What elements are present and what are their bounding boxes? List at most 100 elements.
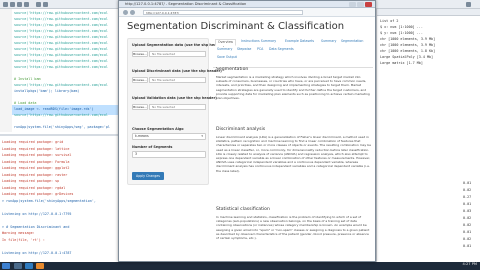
source-editor[interactable]: source('https://raw.githubusercontent.co… (0, 9, 120, 132)
page-title: Segmentation Discriminant & Classificati… (127, 21, 345, 32)
sidebar-panel: Upload Segmentation data (use the shp he… (127, 38, 224, 185)
console-line: Loading required package: survival (2, 153, 72, 157)
environment-header (377, 9, 480, 16)
editor-line: source('https://raw.githubusercontent.co… (14, 17, 108, 21)
tab-segmentation[interactable]: Segmentation (339, 39, 365, 44)
environment-value: 0.02 (463, 223, 472, 227)
segmentation-file-field[interactable]: No file selected (149, 51, 206, 57)
environment-value: 0.02 (463, 237, 472, 241)
console-line: Loading required package: grDevices (2, 192, 74, 196)
algorithm-value: k-means (135, 134, 149, 138)
console-line: In file(file, 'rt') : (2, 237, 45, 242)
console-line: Loading required package: raster (2, 172, 68, 177)
maximize-icon[interactable] (357, 2, 364, 7)
url-field[interactable]: http://127.0.0.1:4787/ (143, 10, 303, 15)
environment-line: $ y: num [1:1000] ... (380, 31, 423, 35)
save-icon[interactable] (17, 2, 22, 7)
editor-line: source('https://raw.githubusercontent.co… (14, 59, 108, 63)
upload-validation-label: Upload Validation data (use the shp head… (132, 96, 217, 100)
chevron-down-icon: ▾ (201, 134, 203, 138)
start-icon[interactable] (2, 263, 10, 269)
discriminant-heading: Discriminant analysis (216, 127, 266, 132)
editor-line: source('https://raw.githubusercontent.co… (14, 41, 108, 45)
editor-line: source('https://raw.githubusercontent.co… (14, 29, 108, 33)
tab-example-datasets[interactable]: Example Datasets (283, 39, 316, 44)
tab-pca[interactable]: PCA (255, 47, 265, 52)
tab-summary[interactable]: Summary (319, 39, 338, 44)
discriminant-file-field[interactable]: No file selected (149, 77, 206, 83)
algorithm-select[interactable]: k-means ▾ (132, 133, 206, 140)
environment-line: $ x: num [1:1000] ... (380, 25, 423, 29)
minimize-icon[interactable] (349, 2, 356, 7)
console-line: Loading required package: ggplot2 (2, 166, 70, 170)
tab-instructions[interactable]: Instructions Summary (239, 39, 278, 44)
addins-icon[interactable] (43, 2, 48, 7)
environment-value: 0.01 (463, 181, 472, 185)
taskbar: 4:27 PM (0, 262, 480, 270)
explorer-icon[interactable] (14, 263, 22, 269)
window-title: http://127.0.0.1:4787/ - Segmentation Di… (125, 2, 247, 6)
console-line: Loading required package: lattice (2, 146, 70, 151)
upload-discriminant-label: Upload Discriminant data (use the shp he… (132, 69, 222, 73)
tab-summary-2[interactable]: Summary (215, 47, 234, 52)
segments-input[interactable]: 3 (132, 151, 206, 158)
editor-line: # Load data (14, 101, 37, 105)
classification-paragraph: In machine learning and statistics, clas… (216, 215, 370, 241)
editor-line: source('https://raw.githubusercontent.co… (14, 47, 108, 51)
tab-save-output[interactable]: Save Output (215, 55, 239, 60)
browse-segmentation-button[interactable]: Browse... (132, 51, 148, 57)
environment-line: Large SpatialPoly [3.4 Mb] (380, 55, 434, 59)
console-line: Listening on http://127.0.0.1:4787 (2, 250, 72, 255)
console-pane[interactable]: Loading required package: grid Loading re… (0, 134, 120, 262)
environment-value: 0.02 (463, 188, 472, 192)
tab-bar: Overview Instructions Summary Example Da… (213, 38, 373, 68)
browser-taskbar-icon[interactable] (36, 263, 44, 269)
editor-line: runApp(system.file('shinyApps/seg', pack… (14, 125, 110, 129)
address-bar: http://127.0.0.1:4787/ (119, 8, 375, 17)
segmentation-heading: Segmentation (216, 67, 249, 72)
close-icon[interactable] (365, 2, 372, 7)
editor-line: source('https://raw.githubusercontent.co… (14, 53, 108, 57)
desktop: source('https://raw.githubusercontent.co… (0, 0, 480, 270)
environment-value: 0.02 (463, 216, 472, 220)
console-line: Loading required package: sp (2, 179, 60, 183)
taskbar-clock: 4:27 PM (462, 262, 477, 266)
editor-line: load_image <- readRDS(file='image.rds') (14, 107, 94, 111)
classification-heading: Statistical classification (216, 207, 270, 212)
console-line: Listening on http://127.0.0.1:7795 (2, 211, 72, 216)
environment-line: chr [1000 elements, 3.9 Mb] (380, 37, 436, 41)
project-icon[interactable] (466, 2, 471, 7)
environment-line: List of 2 (380, 19, 399, 23)
editor-line: source('https://raw.githubusercontent.co… (14, 35, 108, 39)
back-icon[interactable] (123, 10, 128, 15)
editor-line: # Install bam (14, 77, 41, 81)
tab-overview[interactable]: Overview (215, 39, 237, 46)
browse-validation-button[interactable]: Browse... (132, 104, 148, 110)
environment-line: chr [1000 elements, 1.8 Kb] (380, 49, 436, 53)
environment-value: 0.03 (463, 209, 472, 213)
environment-value: 0.01 (463, 202, 472, 206)
browse-discriminant-button[interactable]: Browse... (132, 77, 148, 83)
open-file-icon[interactable] (10, 2, 15, 7)
segments-label: Number of Segments (132, 145, 173, 149)
editor-line: source('https://raw.githubusercontent.co… (14, 11, 108, 15)
editor-line: source('https://raw.githubusercontent.co… (14, 65, 108, 69)
environment-line: Large matrix [1.7 Mb] (380, 61, 423, 65)
validation-file-field[interactable]: No file selected (149, 104, 206, 110)
environment-pane: List of 2 $ x: num [1:1000] ... $ y: num [… (376, 9, 480, 262)
console-line: Loading required package: grid (2, 140, 64, 144)
go-to-file-icon[interactable] (36, 2, 41, 7)
upload-segmentation-label: Upload Segmentation data (use the shp he… (132, 43, 225, 47)
shiny-app-window: http://127.0.0.1:4787/ - Segmentation Di… (118, 0, 376, 262)
console-line: > # Segmentation Discriminant and (2, 224, 70, 229)
forward-icon[interactable] (130, 10, 135, 15)
environment-line: chr [1000 elements, 3.9 Mb] (380, 43, 436, 47)
new-file-icon[interactable] (3, 2, 8, 7)
console-line: Loading required package: rgdal (2, 185, 66, 190)
tab-data-segments[interactable]: Data Segments (267, 47, 296, 52)
rstudio-taskbar-icon[interactable] (25, 263, 33, 269)
apply-changes-button[interactable]: Apply Changes (132, 172, 164, 180)
editor-line: source('https://raw.githubusercontent.co… (14, 23, 108, 27)
print-icon[interactable] (24, 2, 29, 7)
tab-stepwise[interactable]: Stepwise (235, 47, 253, 52)
